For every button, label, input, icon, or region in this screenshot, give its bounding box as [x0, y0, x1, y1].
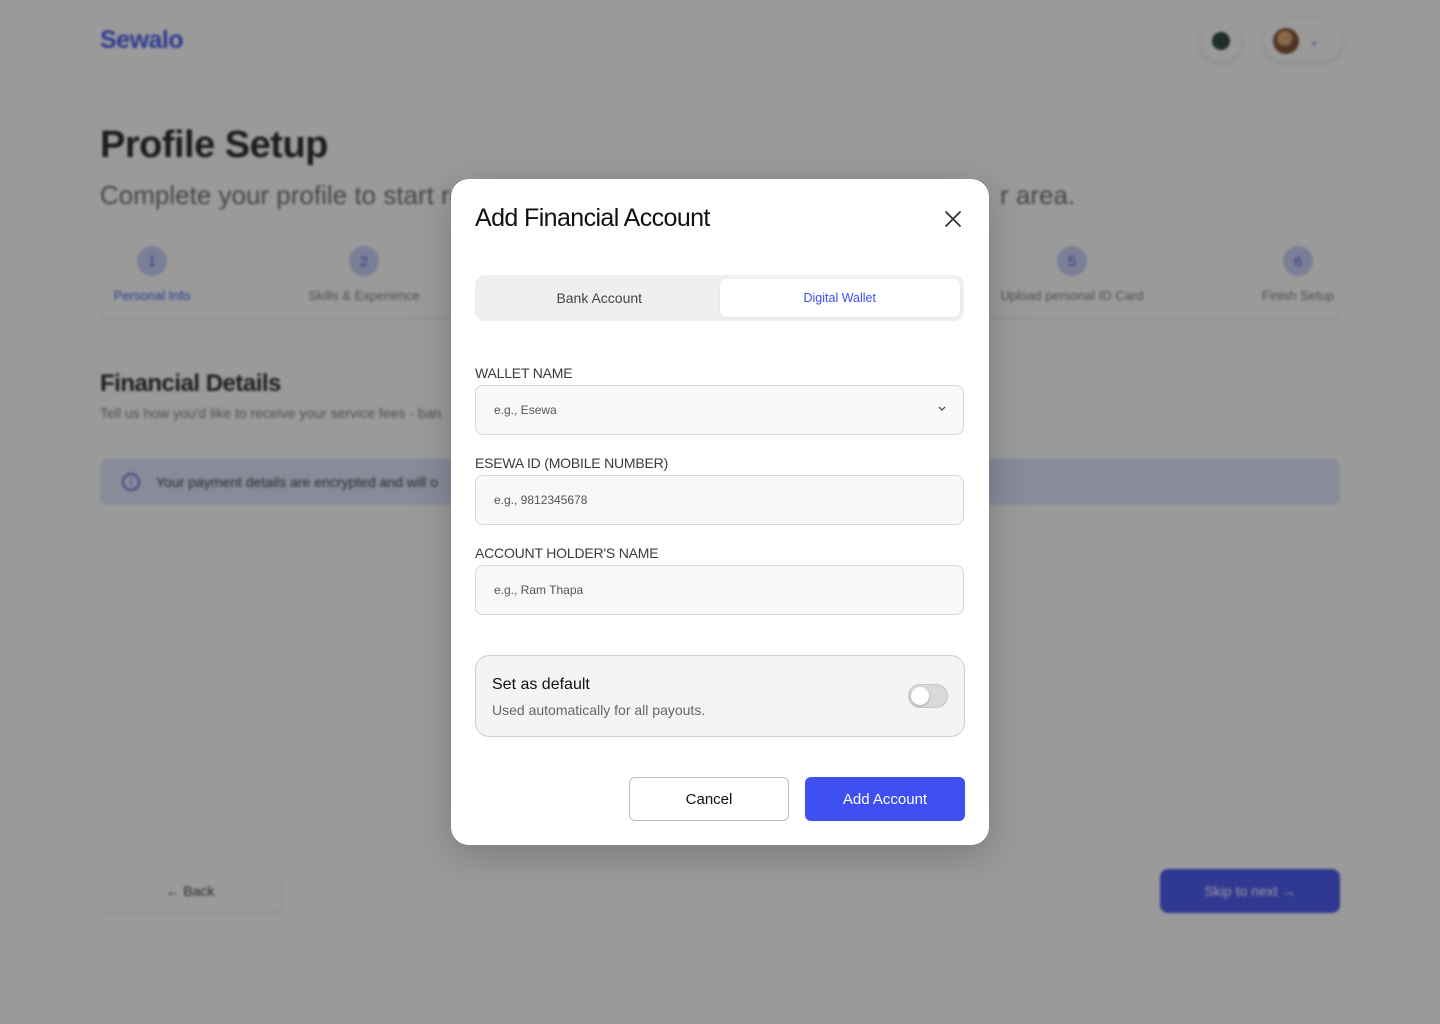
account-type-tabs: Bank Account Digital Wallet	[475, 275, 964, 321]
wallet-name-select[interactable]	[475, 385, 964, 435]
toggle-knob	[911, 687, 929, 705]
esewa-id-field[interactable]	[475, 475, 964, 525]
default-title: Set as default	[492, 676, 590, 693]
tab-bank-account[interactable]: Bank Account	[479, 279, 720, 317]
default-subtitle: Used automatically for all payouts.	[492, 702, 706, 718]
modal-title: Add Financial Account	[475, 204, 710, 232]
set-default-toggle[interactable]	[908, 684, 948, 708]
close-icon	[945, 211, 961, 227]
add-account-button[interactable]: Add Account	[805, 777, 965, 821]
add-financial-account-modal: Add Financial Account Bank Account Digit…	[451, 179, 989, 845]
tab-digital-wallet[interactable]: Digital Wallet	[719, 279, 960, 317]
cancel-button[interactable]: Cancel	[629, 777, 789, 821]
holder-name-input[interactable]	[476, 566, 963, 614]
holder-name-field[interactable]	[475, 565, 964, 615]
esewa-id-label: ESEWA ID (MOBILE NUMBER)	[475, 455, 669, 471]
wallet-name-input[interactable]	[476, 386, 963, 434]
wallet-name-label: WALLET NAME	[475, 365, 573, 381]
esewa-id-input[interactable]	[476, 476, 963, 524]
chevron-down-icon	[938, 406, 946, 411]
set-default-card: Set as default Used automatically for al…	[475, 655, 965, 737]
close-button[interactable]	[941, 207, 965, 231]
holder-name-label: ACCOUNT HOLDER'S NAME	[475, 545, 659, 561]
